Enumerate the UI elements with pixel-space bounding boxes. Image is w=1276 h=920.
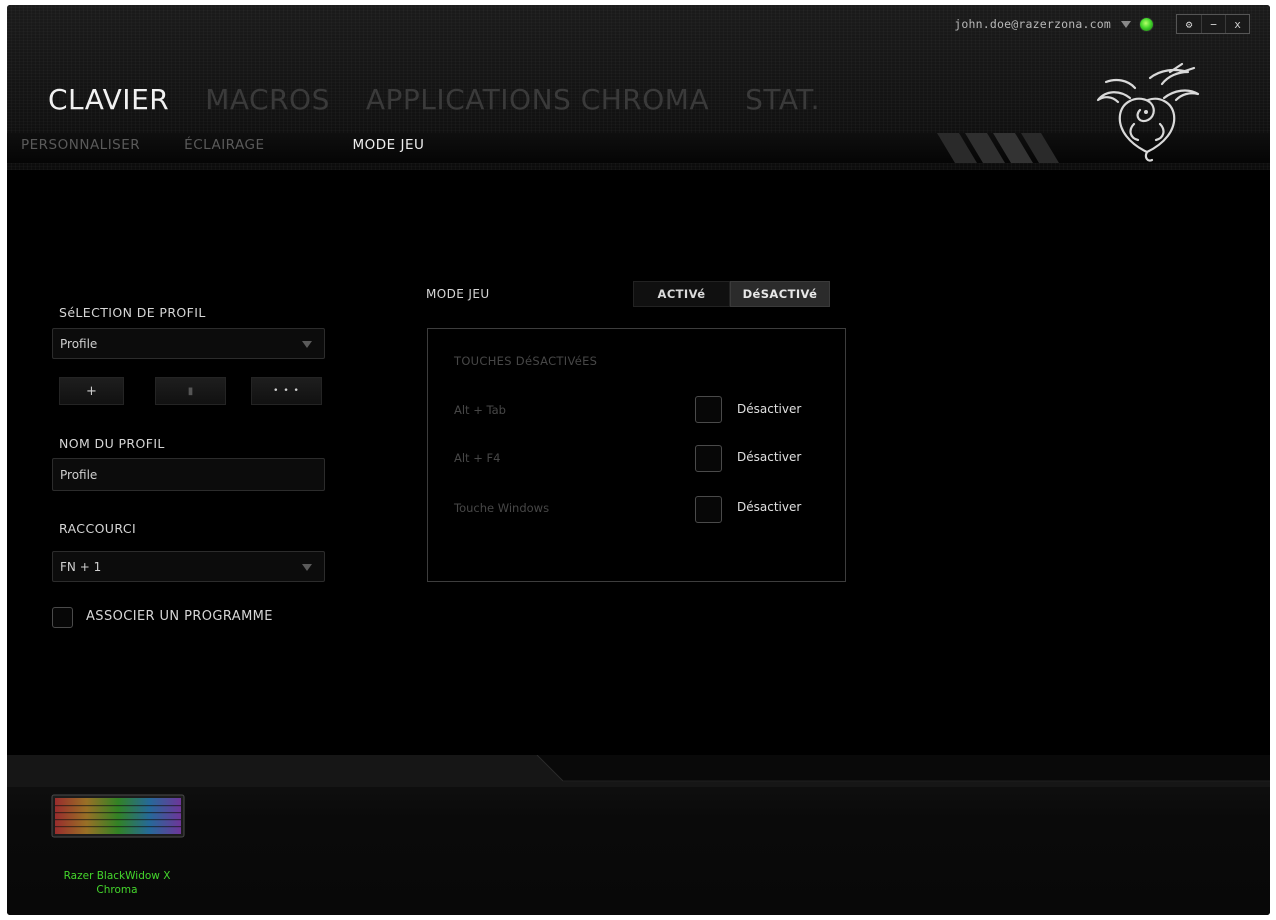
device-name: Razer BlackWidow X Chroma [63, 870, 171, 896]
sub-tabs: PERSONNALISER ÉCLAIRAGE MODE JEU [21, 137, 468, 153]
disable-windows-key-checkbox[interactable] [695, 496, 722, 523]
chevron-down-icon [302, 340, 312, 348]
chevron-down-icon[interactable] [1121, 20, 1131, 28]
game-mode-toggle: ACTIVé DéSACTIVé [633, 281, 830, 307]
tab-personnaliser[interactable]: PERSONNALISER [21, 137, 140, 153]
link-program-checkbox[interactable] [52, 607, 73, 628]
game-mode-on-button[interactable]: ACTIVé [633, 281, 730, 307]
device-bar-edge [7, 755, 1270, 787]
profile-selection-label: SéLECTION DE PROFIL [59, 305, 206, 320]
close-button[interactable]: x [1225, 15, 1249, 33]
minimize-icon: − [1210, 17, 1217, 31]
profile-name-label: NOM DU PROFIL [59, 436, 165, 451]
close-icon: x [1234, 17, 1241, 31]
profile-select[interactable]: Profile [52, 328, 325, 359]
key-alt-tab-label: Alt + Tab [454, 403, 506, 417]
shortcut-select[interactable]: FN + 1 [52, 551, 325, 582]
key-alt-f4-label: Alt + F4 [454, 451, 501, 465]
disabled-keys-panel: TOUCHES DéSACTIVéES Alt + Tab Désactiver… [427, 328, 846, 582]
decorative-stripes [937, 133, 1059, 163]
plus-icon: + [86, 383, 97, 399]
minimize-button[interactable]: − [1201, 15, 1225, 33]
disable-alt-tab-label: Désactiver [737, 402, 802, 416]
shortcut-value: FN + 1 [60, 559, 102, 574]
disable-alt-tab-checkbox[interactable] [695, 396, 722, 423]
add-profile-button[interactable]: + [59, 377, 124, 405]
top-bar: john.doe@razerzona.com ⚙ − x [954, 13, 1250, 35]
trash-icon: ▮ [187, 385, 194, 397]
user-email[interactable]: john.doe@razerzona.com [954, 17, 1111, 31]
more-icon: • • • [273, 386, 300, 396]
profile-name-input[interactable]: Profile [52, 458, 325, 491]
tab-stat[interactable]: STAT. [745, 83, 820, 116]
disable-alt-f4-checkbox[interactable] [695, 445, 722, 472]
delete-profile-button[interactable]: ▮ [155, 377, 226, 405]
gear-icon: ⚙ [1185, 17, 1193, 31]
link-program-label: ASSOCIER UN PROGRAMME [86, 609, 273, 624]
window-controls: ⚙ − x [1176, 14, 1250, 34]
settings-button[interactable]: ⚙ [1177, 15, 1201, 33]
disabled-keys-title: TOUCHES DéSACTIVéES [454, 354, 598, 368]
tab-mode-jeu[interactable]: MODE JEU [353, 137, 425, 153]
chevron-down-icon [302, 563, 312, 571]
synapse-window: john.doe@razerzona.com ⚙ − x CLAVIER MAC… [7, 5, 1270, 915]
profile-name-value: Profile [60, 467, 98, 482]
game-mode-label: MODE JEU [426, 287, 490, 301]
tab-clavier[interactable]: CLAVIER [48, 83, 169, 116]
status-dot-icon[interactable] [1139, 16, 1154, 32]
more-options-button[interactable]: • • • [251, 377, 322, 405]
game-mode-off-button[interactable]: DéSACTIVé [730, 281, 830, 307]
shortcut-label: RACCOURCI [59, 521, 137, 536]
key-windows-label: Touche Windows [454, 501, 550, 515]
razer-snake-logo [1096, 62, 1200, 162]
tab-eclairage[interactable]: ÉCLAIRAGE [184, 137, 264, 153]
disable-alt-f4-label: Désactiver [737, 450, 802, 464]
disable-windows-key-label: Désactiver [737, 500, 802, 514]
tab-macros[interactable]: MACROS [205, 83, 330, 116]
main-tabs: CLAVIER MACROS APPLICATIONS CHROMA STAT. [48, 83, 856, 116]
tab-applications-chroma[interactable]: APPLICATIONS CHROMA [366, 83, 709, 116]
keyboard-thumbnail[interactable] [51, 794, 185, 838]
profile-select-value: Profile [60, 336, 98, 351]
